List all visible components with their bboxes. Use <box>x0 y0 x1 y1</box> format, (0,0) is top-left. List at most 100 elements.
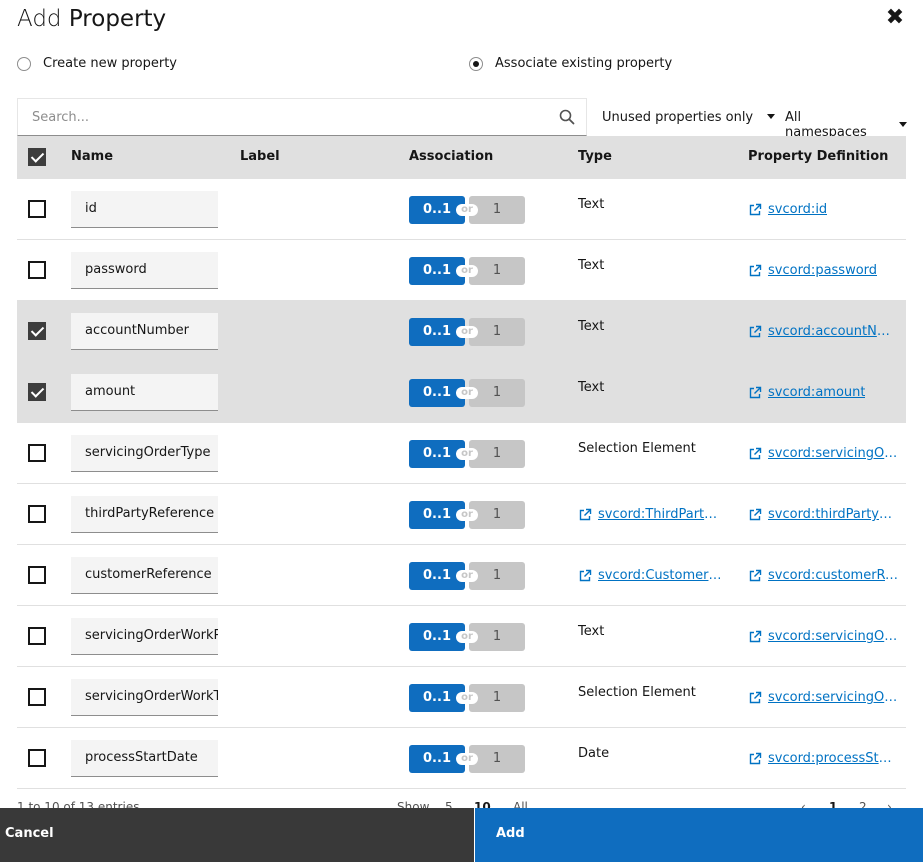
property-definition-link[interactable]: svcord:id <box>768 202 827 217</box>
external-link-icon <box>749 325 762 337</box>
property-definition-wrap[interactable]: svcord:thirdPartyReference <box>748 507 898 522</box>
properties-table: Name Label Association Type Property Def… <box>17 136 906 789</box>
type-cell: Text <box>578 319 605 334</box>
association-or-label: or <box>456 509 478 521</box>
association-or-label: or <box>456 204 478 216</box>
name-field[interactable]: thirdPartyReference <box>71 496 218 533</box>
association-toggle[interactable]: 0..1 1 or <box>409 257 527 285</box>
property-definition-link[interactable]: svcord:password <box>768 263 877 278</box>
associate-existing-radio[interactable]: Associate existing property <box>469 56 672 71</box>
column-header-name[interactable]: Name <box>71 149 113 164</box>
property-definition-link[interactable]: svcord:processStartDate <box>768 751 898 766</box>
column-header-property-definition[interactable]: Property Definition <box>748 149 888 164</box>
table-row[interactable]: id 0..1 1 or Text svcord:id <box>17 179 906 240</box>
row-checkbox[interactable] <box>28 200 46 218</box>
table-row[interactable]: accountNumber 0..1 1 or Text svcord:accountNu… <box>17 301 906 362</box>
property-definition-wrap[interactable]: svcord:id <box>748 202 898 217</box>
external-link-icon <box>579 569 592 581</box>
property-definition-cell: svcord:servicingOrderWorkProduct <box>748 629 898 644</box>
type-link-wrap[interactable]: svcord:CustomerReference <box>578 568 723 583</box>
property-definition-wrap[interactable]: svcord:accountNumber <box>748 324 898 339</box>
table-row[interactable]: customerReference 0..1 1 or svcord:CustomerR… <box>17 545 906 606</box>
property-definition-wrap[interactable]: svcord:customerReference <box>748 568 898 583</box>
create-new-radio-dot[interactable] <box>17 56 31 71</box>
cancel-button[interactable]: Cancel <box>0 808 474 862</box>
table-row[interactable]: servicingOrderType 0..1 1 or Selection Eleme… <box>17 423 906 484</box>
property-definition-link[interactable]: svcord:thirdPartyReference <box>768 507 898 522</box>
name-field[interactable]: id <box>71 191 218 228</box>
property-definition-link[interactable]: svcord:servicingOrderWorkProduct <box>768 629 898 644</box>
association-toggle[interactable]: 0..1 1 or <box>409 745 527 773</box>
property-definition-link[interactable]: svcord:servicingOrderType <box>768 446 898 461</box>
external-link-icon <box>579 508 592 520</box>
association-toggle[interactable]: 0..1 1 or <box>409 501 527 529</box>
property-definition-link[interactable]: svcord:customerReference <box>768 568 898 583</box>
table-row[interactable]: processStartDate 0..1 1 or Date svcord:proces… <box>17 728 906 789</box>
property-definition-cell: svcord:password <box>748 263 898 278</box>
column-header-association[interactable]: Association <box>409 149 493 164</box>
association-toggle[interactable]: 0..1 1 or <box>409 379 527 407</box>
association-toggle[interactable]: 0..1 1 or <box>409 196 527 224</box>
row-checkbox[interactable] <box>28 688 46 706</box>
name-field[interactable]: amount <box>71 374 218 411</box>
property-definition-link[interactable]: svcord:amount <box>768 385 865 400</box>
name-field[interactable]: accountNumber <box>71 313 218 350</box>
row-checkbox[interactable] <box>28 383 46 401</box>
property-definition-link[interactable]: svcord:accountNumber <box>768 324 898 339</box>
create-new-radio[interactable]: Create new property <box>17 56 177 71</box>
property-definition-wrap[interactable]: svcord:servicingOrderWorkProduct <box>748 629 898 644</box>
row-checkbox[interactable] <box>28 261 46 279</box>
associate-existing-radio-dot[interactable] <box>469 56 483 71</box>
property-definition-wrap[interactable]: svcord:servicingOrderType <box>748 446 898 461</box>
row-checkbox[interactable] <box>28 322 46 340</box>
property-definition-wrap[interactable]: svcord:amount <box>748 385 898 400</box>
row-checkbox[interactable] <box>28 566 46 584</box>
type-link[interactable]: svcord:CustomerReference <box>598 568 723 583</box>
property-definition-cell: svcord:accountNumber <box>748 324 898 339</box>
name-field[interactable]: password <box>71 252 218 289</box>
close-icon[interactable]: ✖ <box>883 6 907 30</box>
external-link-icon <box>749 752 762 764</box>
row-checkbox[interactable] <box>28 505 46 523</box>
type-cell: Date <box>578 746 610 761</box>
search-input[interactable] <box>18 99 538 135</box>
association-toggle[interactable]: 0..1 1 or <box>409 684 527 712</box>
row-checkbox[interactable] <box>28 749 46 767</box>
type-link-wrap[interactable]: svcord:ThirdPartyReference <box>578 507 723 522</box>
table-body: id 0..1 1 or Text svcord:id password 0..1 1 or Tex… <box>17 179 906 789</box>
usage-filter-dropdown[interactable]: Unused properties only <box>602 110 776 125</box>
add-button[interactable]: Add <box>475 808 923 862</box>
select-all-checkbox[interactable] <box>28 148 46 166</box>
table-row[interactable]: thirdPartyReference 0..1 1 or svcord:ThirdPa… <box>17 484 906 545</box>
name-field[interactable]: servicingOrderWorkProduct <box>71 618 218 655</box>
search-box <box>17 98 587 136</box>
column-header-type[interactable]: Type <box>578 149 612 164</box>
property-definition-wrap[interactable]: svcord:password <box>748 263 898 278</box>
property-definition-cell: svcord:thirdPartyReference <box>748 507 898 522</box>
row-checkbox[interactable] <box>28 444 46 462</box>
association-toggle[interactable]: 0..1 1 or <box>409 318 527 346</box>
name-field[interactable]: servicingOrderType <box>71 435 218 472</box>
association-toggle[interactable]: 0..1 1 or <box>409 623 527 651</box>
property-definition-wrap[interactable]: svcord:servicingOrderWorkType <box>748 690 898 705</box>
association-toggle[interactable]: 0..1 1 or <box>409 562 527 590</box>
name-field[interactable]: servicingOrderWorkType <box>71 679 218 716</box>
property-definition-wrap[interactable]: svcord:processStartDate <box>748 751 898 766</box>
name-field[interactable]: customerReference <box>71 557 218 594</box>
table-row[interactable]: password 0..1 1 or Text svcord:password <box>17 240 906 301</box>
title-prefix: Add <box>17 6 62 32</box>
mode-selector: Create new property Associate existing p… <box>17 56 907 76</box>
row-checkbox[interactable] <box>28 627 46 645</box>
external-link-icon <box>749 691 762 703</box>
property-definition-cell: svcord:processStartDate <box>748 751 898 766</box>
chevron-down-icon <box>899 121 907 127</box>
column-header-label[interactable]: Label <box>240 149 280 164</box>
type-link[interactable]: svcord:ThirdPartyReference <box>598 507 723 522</box>
table-row[interactable]: servicingOrderWorkProduct 0..11or Text svco… <box>17 606 906 667</box>
table-row[interactable]: servicingOrderWorkType 0..11or Selection E… <box>17 667 906 728</box>
search-icon[interactable] <box>558 108 576 126</box>
table-row[interactable]: amount 0..1 1 or Text svcord:amount <box>17 362 906 423</box>
association-toggle[interactable]: 0..1 1 or <box>409 440 527 468</box>
property-definition-link[interactable]: svcord:servicingOrderWorkType <box>768 690 898 705</box>
name-field[interactable]: processStartDate <box>71 740 218 777</box>
